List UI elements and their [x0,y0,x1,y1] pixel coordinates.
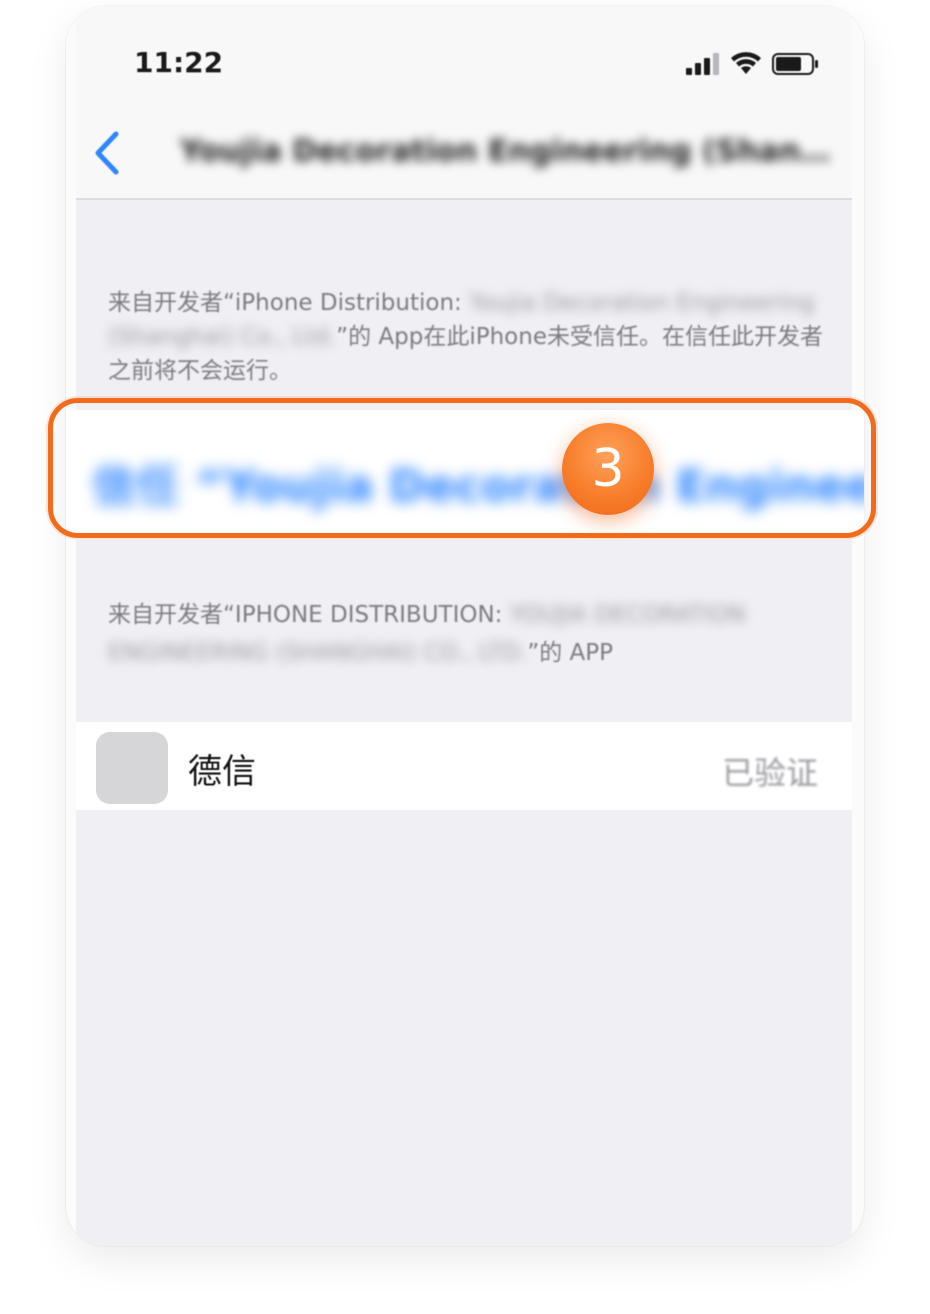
app-name: 德信 [188,752,256,792]
description-prefix: 来自开发者“iPhone Distribution: [108,290,470,316]
battery-icon [772,53,818,75]
app-verified-status: 已验证 [721,754,818,792]
settings-screen: 11:22 Youjia Decoration Engineering (Sha… [66,6,864,1246]
section-header: 来自开发者“iPhone Distribution: YOUJIA DECORA… [108,596,828,672]
chevron-left-icon[interactable] [90,130,126,176]
status-time: 11:22 [134,46,224,79]
section-prefix: 来自开发者“iPhone Distribution: [108,602,510,628]
step-number-badge: 3 [562,423,654,515]
section-suffix: ”的 APP [527,640,614,666]
tutorial-highlight-frame [48,398,876,538]
cellular-signal-icon [686,53,719,75]
app-list-item[interactable]: 德信 已验证 [76,722,852,810]
status-bar: 11:22 [76,6,852,106]
trust-description: 来自开发者“iPhone Distribution: Youjia Decora… [108,286,828,388]
phone-frame: 11:22 Youjia Decoration Engineering (Sha… [66,6,864,1246]
navigation-bar: Youjia Decoration Engineering (Shang... [76,106,852,200]
app-placeholder-icon [96,732,168,804]
status-icons [686,50,820,78]
wifi-icon [731,52,761,74]
page-title: Youjia Decoration Engineering (Shang... [180,134,840,169]
